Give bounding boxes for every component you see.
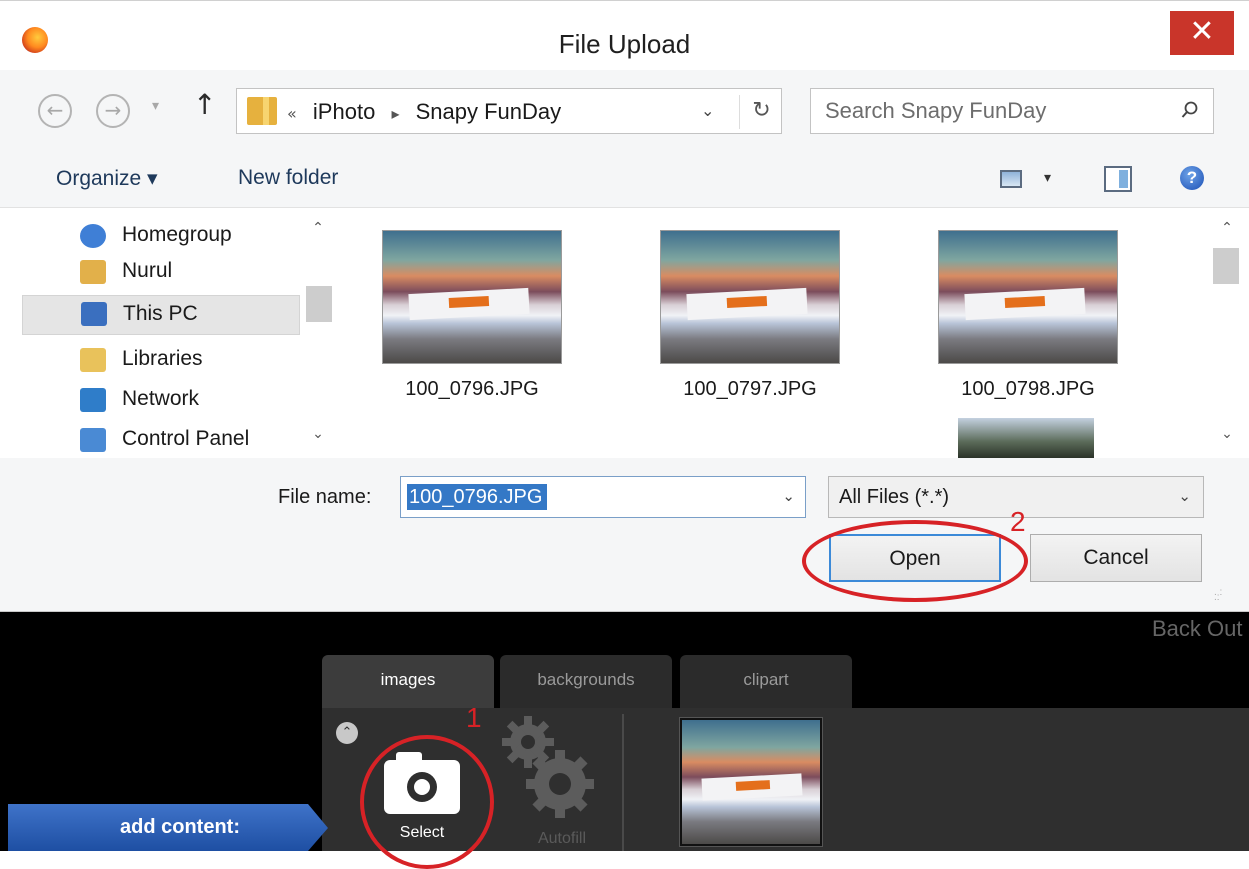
breadcrumb-item-iphoto[interactable]: iPhoto	[313, 99, 375, 124]
nav-item-label: Control Panel	[122, 427, 250, 450]
file-list-scrollbar[interactable]: ⌃ ⌄	[1205, 208, 1249, 458]
file-item[interactable]: 100_0798.JPG	[928, 230, 1128, 410]
annotation-circle-open	[802, 520, 1028, 602]
annotation-step-2: 2	[1010, 506, 1026, 537]
scroll-down-arrow-icon[interactable]: ⌄	[306, 426, 330, 442]
scrollbar-thumb[interactable]	[306, 286, 332, 322]
close-button[interactable]: ✕	[1170, 11, 1234, 55]
resize-grip-icon[interactable]: . :.:	[1214, 588, 1230, 606]
nav-item-label: Libraries	[122, 347, 203, 370]
breadcrumb: « iPhoto ▸ Snapy FunDay	[287, 99, 561, 125]
file-name-label: File name:	[278, 486, 372, 508]
scroll-down-arrow-icon[interactable]: ⌄	[1215, 426, 1239, 442]
add-content-label: add content:	[8, 804, 328, 851]
up-arrow-icon[interactable]: ↑	[193, 88, 216, 121]
photo-thumbnail-partial[interactable]	[958, 418, 1094, 458]
search-input[interactable]	[825, 97, 1155, 125]
search-box[interactable]	[810, 88, 1214, 134]
photo-thumbnail	[938, 230, 1118, 364]
chevron-down-icon[interactable]: ⌄	[782, 487, 795, 505]
refresh-icon[interactable]: ↻	[739, 95, 783, 129]
homegroup-icon	[80, 224, 106, 248]
autofill-button[interactable]: Autofill	[502, 716, 602, 847]
file-name: 100_0798.JPG	[961, 378, 1095, 400]
libraries-icon	[80, 348, 106, 372]
file-list: 100_0796.JPG 100_0797.JPG 100_0798.JPG ⌃…	[336, 208, 1249, 458]
file-item[interactable]: 100_0796.JPG	[372, 230, 572, 410]
address-dropdown-icon[interactable]: ⌄	[701, 101, 714, 120]
organize-button[interactable]: Organize ▾	[56, 166, 158, 191]
chevron-down-icon[interactable]: ⌄	[1178, 487, 1191, 505]
scrollbar-thumb[interactable]	[1213, 248, 1239, 284]
file-item[interactable]: 100_0797.JPG	[650, 230, 850, 410]
nav-item-label: Nurul	[122, 259, 173, 282]
breadcrumb-separator-icon[interactable]: ▸	[391, 104, 399, 123]
file-name: 100_0796.JPG	[405, 378, 539, 400]
view-dropdown-icon[interactable]: ▾	[1044, 170, 1051, 186]
nav-item-label: Homegroup	[122, 223, 232, 246]
network-icon	[80, 388, 106, 412]
file-name-combobox[interactable]: ⌄	[400, 476, 806, 518]
autofill-label: Autofill	[537, 830, 587, 847]
preview-pane-icon[interactable]	[1104, 166, 1132, 192]
nav-item-this-pc[interactable]: This PC	[22, 295, 300, 335]
breadcrumb-item-snapy-funday[interactable]: Snapy FunDay	[416, 99, 562, 124]
folder-icon	[247, 97, 277, 125]
cancel-button-label: Cancel	[1083, 546, 1149, 569]
back-out-link[interactable]: Back Out	[1152, 616, 1242, 642]
address-row: ← → ▾ ↑ « iPhoto ▸ Snapy FunDay ⌄ ↻	[0, 70, 1249, 152]
change-view-icon[interactable]	[1000, 170, 1022, 188]
photo-thumbnail	[660, 230, 840, 364]
help-icon[interactable]: ?	[1180, 166, 1204, 190]
control-panel-icon	[80, 428, 106, 452]
nav-pane-scrollbar[interactable]: ⌃ ⌄	[300, 208, 336, 458]
computer-icon	[81, 302, 107, 326]
title-bar: File Upload ✕	[0, 0, 1249, 70]
uploaded-image-thumbnail[interactable]	[679, 717, 823, 847]
new-folder-button[interactable]: New folder	[238, 166, 338, 190]
file-name-input[interactable]	[407, 484, 547, 510]
navigation-pane: Homegroup Nurul This PC Libraries Networ…	[0, 208, 336, 458]
user-folder-icon	[80, 260, 106, 284]
back-arrow-icon[interactable]: ←	[38, 94, 72, 128]
recent-locations-chevron-icon[interactable]: ▾	[152, 98, 159, 114]
nav-item-label: Network	[122, 387, 200, 410]
annotation-circle-select	[360, 735, 494, 869]
tab-backgrounds[interactable]: backgrounds	[500, 655, 672, 712]
search-icon[interactable]	[1181, 101, 1199, 119]
forward-arrow-icon[interactable]: →	[96, 94, 130, 128]
editor-app-area: Back Out images backgrounds clipart ⌃ Se…	[0, 612, 1249, 851]
file-type-value: All Files (*.*)	[839, 486, 950, 508]
collapse-chevron-icon[interactable]: ⌃	[336, 722, 358, 744]
nav-item-label: This PC	[123, 302, 198, 325]
cancel-button[interactable]: Cancel	[1030, 534, 1202, 582]
panel-divider	[622, 714, 624, 851]
photo-thumbnail	[382, 230, 562, 364]
gear-icon	[502, 716, 594, 818]
file-upload-dialog: File Upload ✕ ← → ▾ ↑ « iPhoto ▸ Snapy F…	[0, 0, 1249, 612]
dialog-title: File Upload	[558, 29, 691, 59]
annotation-step-1: 1	[466, 702, 482, 733]
breadcrumb-overflow-chevron-icon[interactable]: «	[287, 104, 297, 123]
scroll-up-arrow-icon[interactable]: ⌃	[1215, 220, 1239, 236]
file-name: 100_0797.JPG	[683, 378, 817, 400]
scroll-up-arrow-icon[interactable]: ⌃	[306, 220, 330, 236]
tab-clipart[interactable]: clipart	[680, 655, 852, 712]
address-bar[interactable]: « iPhoto ▸ Snapy FunDay ⌄ ↻	[236, 88, 782, 134]
command-toolbar: Organize ▾ New folder ▾ ?	[0, 152, 1249, 208]
